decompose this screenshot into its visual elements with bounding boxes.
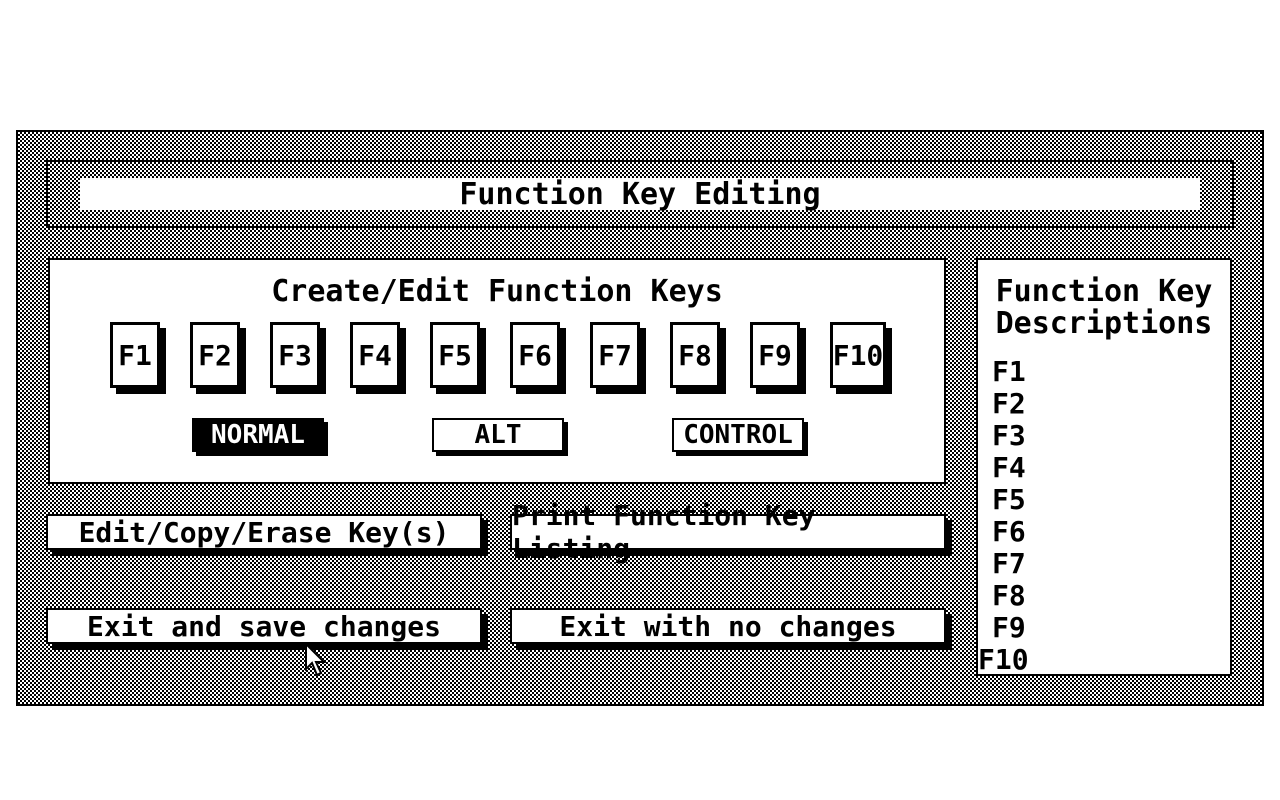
- fkey-f10-button[interactable]: F10: [830, 322, 886, 388]
- edit-copy-erase-button[interactable]: Edit/Copy/Erase Key(s): [46, 514, 482, 550]
- descriptions-title-line1: Function Key: [995, 274, 1213, 309]
- mode-alt-button[interactable]: ALT: [432, 418, 564, 452]
- fkey-f2-button[interactable]: F2: [190, 322, 240, 388]
- descriptions-title-line2: Descriptions: [995, 306, 1213, 341]
- fkey-f7-button[interactable]: F7: [590, 322, 640, 388]
- fkey-f8-button[interactable]: F8: [670, 322, 720, 388]
- create-edit-title: Create/Edit Function Keys: [271, 274, 723, 309]
- description-row-f3: F3: [992, 419, 1026, 452]
- fkey-f1-button[interactable]: F1: [110, 322, 160, 388]
- mode-control-button[interactable]: CONTROL: [672, 418, 804, 452]
- description-row-f9: F9: [992, 611, 1026, 644]
- descriptions-title: Function Key Descriptions: [978, 276, 1230, 340]
- description-row-f7: F7: [992, 547, 1026, 580]
- description-row-f4: F4: [992, 451, 1026, 484]
- create-edit-panel: Create/Edit Function Keys F1 F2 F3 F4 F5…: [48, 258, 946, 484]
- description-row-f5: F5: [992, 483, 1026, 516]
- description-row-f1: F1: [992, 355, 1026, 388]
- print-listing-button[interactable]: Print Function Key Listing: [510, 499, 946, 565]
- title-frame: Function Key Editing: [46, 160, 1234, 228]
- descriptions-panel: Function Key Descriptions F1 F2 F3 F4 F5…: [976, 258, 1232, 676]
- fkey-f4-button[interactable]: F4: [350, 322, 400, 388]
- description-row-f2: F2: [992, 387, 1026, 420]
- function-key-dialog: Function Key Editing Create/Edit Functio…: [16, 130, 1264, 706]
- description-row-f10: F10: [978, 643, 1029, 676]
- exit-save-button[interactable]: Exit and save changes: [46, 608, 482, 644]
- fkey-f3-button[interactable]: F3: [270, 322, 320, 388]
- dialog-title: Function Key Editing: [80, 177, 1200, 212]
- fkey-f9-button[interactable]: F9: [750, 322, 800, 388]
- fkey-f6-button[interactable]: F6: [510, 322, 560, 388]
- description-row-f6: F6: [992, 515, 1026, 548]
- mode-normal-button[interactable]: NORMAL: [192, 418, 324, 452]
- mouse-pointer-icon: [305, 641, 327, 681]
- fkey-f5-button[interactable]: F5: [430, 322, 480, 388]
- exit-no-changes-button[interactable]: Exit with no changes: [510, 608, 946, 644]
- description-row-f8: F8: [992, 579, 1026, 612]
